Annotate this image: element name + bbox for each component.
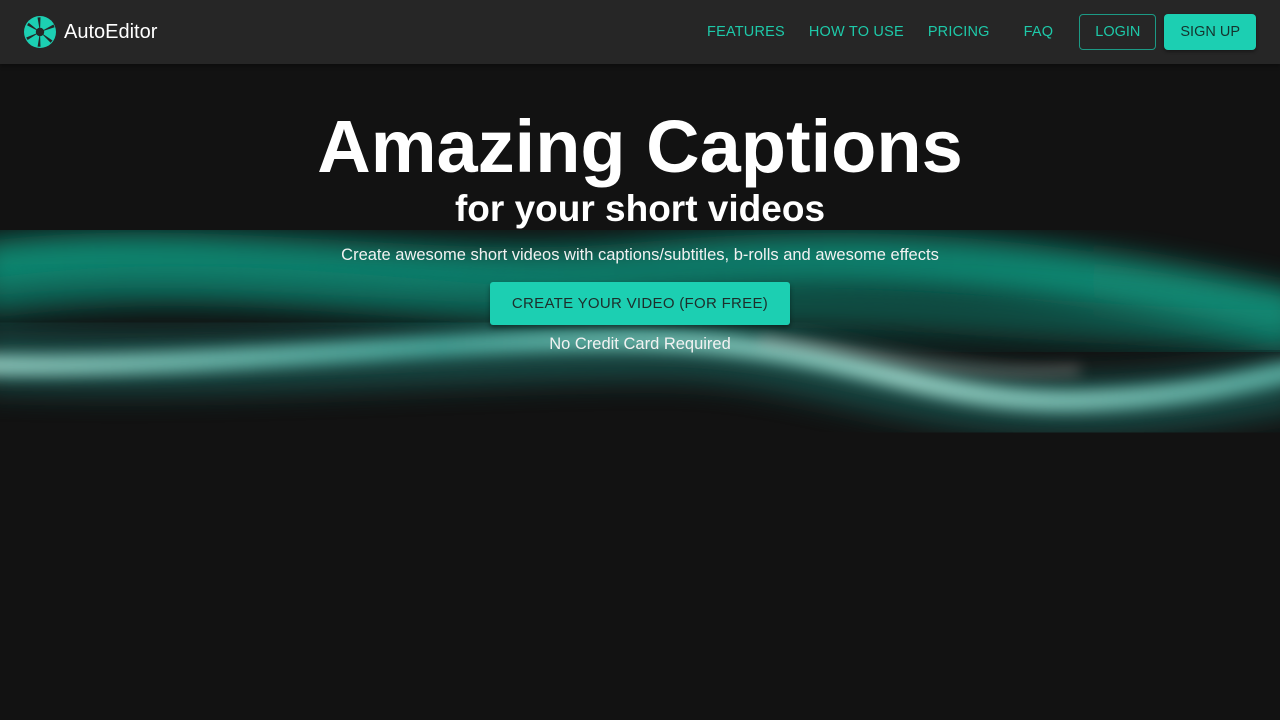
hero-title: Amazing Captions <box>317 105 963 188</box>
signup-button[interactable]: SIGN UP <box>1164 14 1256 50</box>
landing-page: AutoEditor FEATURES HOW TO USE PRICING F… <box>0 0 1280 720</box>
brand-name: AutoEditor <box>64 20 158 43</box>
top-navbar: AutoEditor FEATURES HOW TO USE PRICING F… <box>0 0 1280 64</box>
main-nav: FEATURES HOW TO USE PRICING FAQ LOGIN SI… <box>695 14 1256 50</box>
create-video-button[interactable]: CREATE YOUR VIDEO (FOR FREE) <box>489 282 791 325</box>
hero-description: Create awesome short videos with caption… <box>341 246 939 264</box>
hero-section: Amazing Captions for your short videos C… <box>0 64 1280 354</box>
brand-link[interactable]: AutoEditor <box>24 16 157 48</box>
nav-link-faq[interactable]: FAQ <box>1012 16 1066 48</box>
nav-link-how-to-use[interactable]: HOW TO USE <box>797 16 916 48</box>
nav-link-pricing[interactable]: PRICING <box>916 16 1002 48</box>
login-button[interactable]: LOGIN <box>1079 14 1157 50</box>
nav-link-features[interactable]: FEATURES <box>695 16 797 48</box>
no-credit-card-note: No Credit Card Required <box>549 335 731 353</box>
hero-subtitle: for your short videos <box>454 188 826 229</box>
aperture-icon <box>24 16 56 48</box>
